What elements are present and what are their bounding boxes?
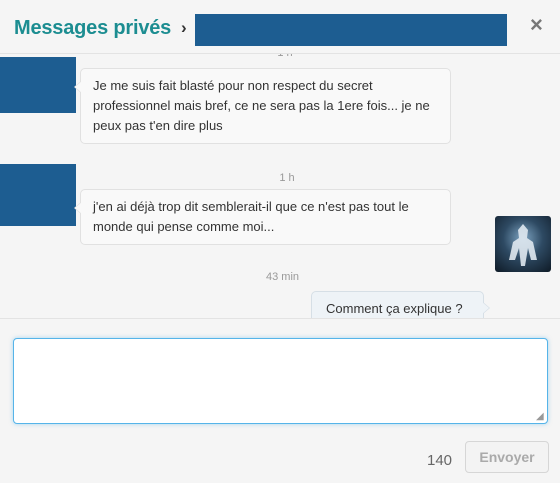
avatar-figure-icon [509, 224, 537, 266]
resize-grip-icon[interactable]: ◢ [536, 411, 544, 422]
message-time: 43 min [265, 271, 300, 283]
dm-title[interactable]: Messages privés [14, 17, 171, 40]
message-bubble-received: j'en ai déjà trop dit semblerait-il que … [74, 189, 451, 245]
message-text: Je me suis fait blasté pour non respect … [93, 78, 430, 133]
send-button[interactable]: Envoyer [465, 441, 549, 473]
message-time: 1 h [279, 172, 295, 184]
message-text: j'en ai déjà trop dit semblerait-il que … [93, 199, 409, 234]
character-counter: 140 [427, 452, 453, 469]
close-icon[interactable]: × [530, 12, 543, 38]
user-avatar [495, 216, 551, 272]
sender-avatar-redacted [0, 164, 76, 226]
message-text: Comment ça explique ? [326, 301, 463, 316]
compose-area: ◢ 140 Envoyer [0, 318, 560, 483]
dm-header: Messages privés › × [0, 0, 560, 54]
message-time: 1 h [260, 54, 310, 59]
recipient-name-redacted [195, 14, 507, 46]
message-input[interactable] [13, 338, 548, 424]
message-bubble-sent: Comment ça explique ? [311, 291, 490, 318]
message-bubble-received: Je me suis fait blasté pour non respect … [74, 68, 451, 144]
message-thread[interactable]: 1 h Je me suis fait blasté pour non resp… [0, 54, 560, 318]
chevron-right-icon: › [181, 18, 187, 37]
sender-avatar-redacted [0, 57, 76, 113]
